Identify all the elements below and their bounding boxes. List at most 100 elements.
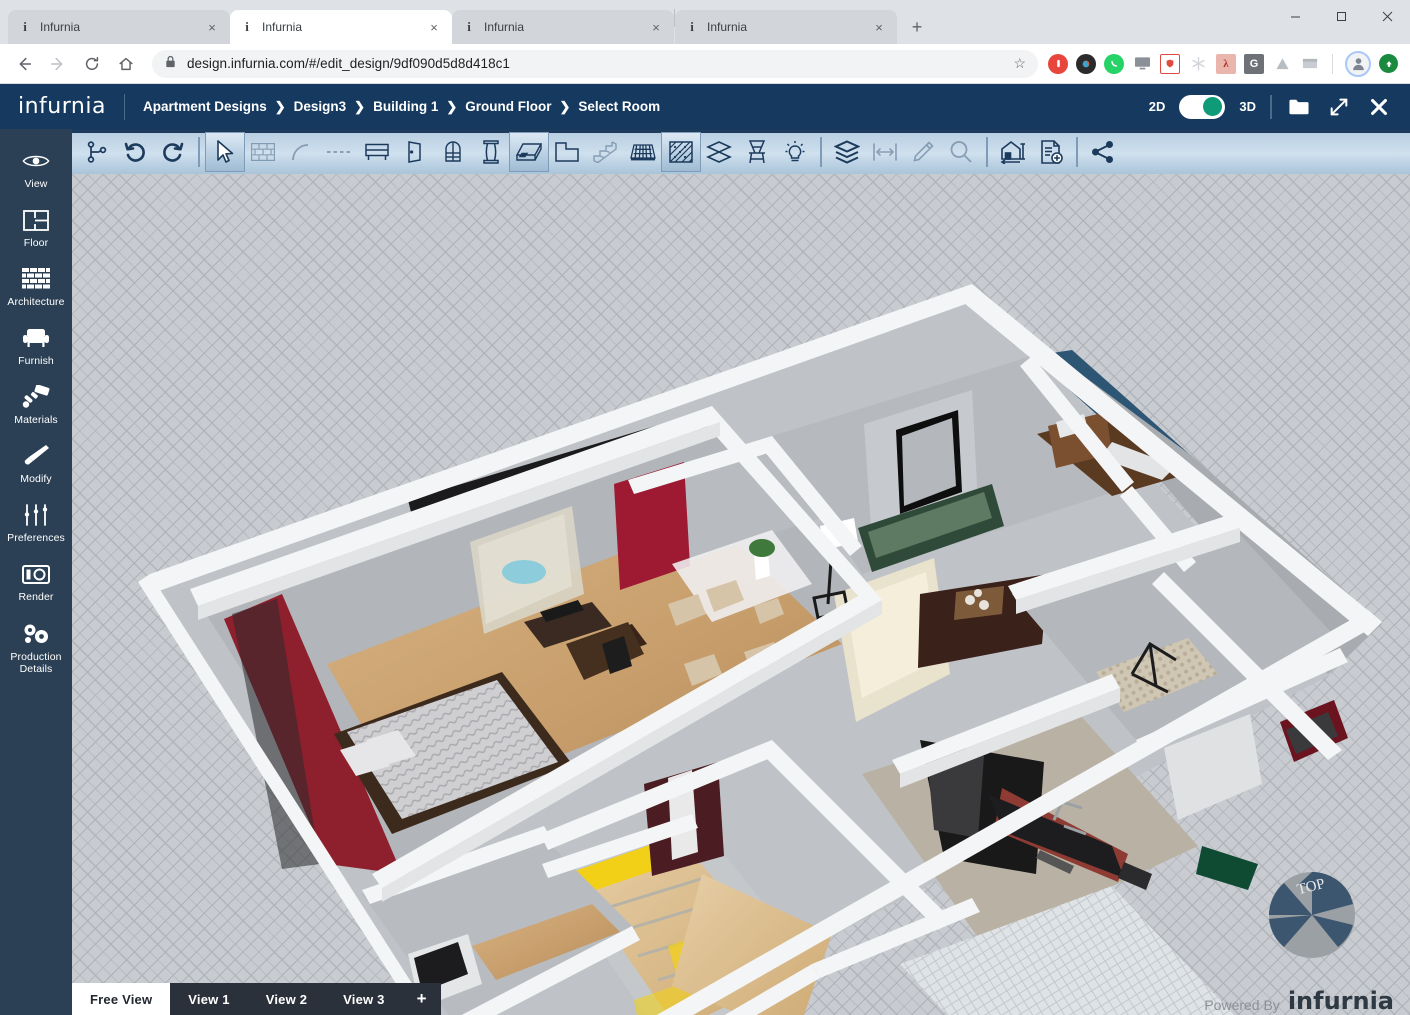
- new-tab-button[interactable]: +: [903, 13, 931, 41]
- toolbar-divider: [1076, 137, 1078, 167]
- snowflake-extension-icon[interactable]: [1188, 54, 1208, 74]
- layers-icon[interactable]: [700, 133, 738, 171]
- pdf-extension-icon[interactable]: λ: [1216, 54, 1236, 74]
- sidebar-label: Render: [18, 591, 53, 603]
- branch-icon[interactable]: [78, 133, 116, 171]
- magnifier-icon[interactable]: [942, 133, 980, 171]
- view-tab-free-view[interactable]: Free View: [72, 983, 170, 1015]
- brick-wall-icon[interactable]: [244, 133, 282, 171]
- tab-close-icon[interactable]: ×: [648, 19, 664, 35]
- redo-icon[interactable]: [154, 133, 192, 171]
- design-toolbar: [72, 129, 1410, 174]
- sidebar-item-floor[interactable]: Floor: [0, 200, 72, 257]
- breadcrumb-item-building-1[interactable]: Building 1: [373, 99, 438, 114]
- workspace: View Floor: [0, 129, 1410, 1015]
- sidebar-item-render[interactable]: Render: [0, 554, 72, 611]
- view-tab-view-1[interactable]: View 1: [170, 983, 247, 1015]
- sidebar-item-production-details[interactable]: Production Details: [0, 614, 72, 683]
- window-minimize-button[interactable]: [1272, 0, 1318, 32]
- undo-icon[interactable]: [116, 133, 154, 171]
- address-bar[interactable]: design.infurnia.com/#/edit_design/9df090…: [152, 50, 1038, 78]
- view-tab-view-2[interactable]: View 2: [248, 983, 325, 1015]
- expand-arrows-icon[interactable]: [1326, 94, 1352, 120]
- window-extension-icon[interactable]: [1300, 54, 1320, 74]
- cursor-arrow-icon[interactable]: [206, 133, 244, 171]
- tab-close-icon[interactable]: ×: [871, 19, 887, 35]
- folder-icon[interactable]: [1286, 94, 1312, 120]
- reload-icon[interactable]: [76, 48, 108, 80]
- sidebar-item-preferences[interactable]: Preferences: [0, 495, 72, 552]
- sidebar-item-furnish[interactable]: Furnish: [0, 318, 72, 375]
- floor-pattern-icon[interactable]: [662, 133, 700, 171]
- browser-tab-2[interactable]: i Infurnia ×: [230, 10, 452, 44]
- sidebar-item-modify[interactable]: Modify: [0, 436, 72, 493]
- tab-close-icon[interactable]: ×: [204, 19, 220, 35]
- sidebar-item-materials[interactable]: Materials: [0, 377, 72, 434]
- screen-recorder-extension-icon[interactable]: [1132, 54, 1152, 74]
- tab-favicon: i: [685, 20, 699, 34]
- infurnia-logo[interactable]: infurnia: [18, 94, 106, 119]
- sidebar-item-architecture[interactable]: Architecture: [0, 259, 72, 316]
- window-icon[interactable]: [358, 133, 396, 171]
- bitwarden-extension-icon[interactable]: [1160, 54, 1180, 74]
- browser-tab-1[interactable]: i Infurnia ×: [8, 10, 230, 44]
- arched-window-icon[interactable]: [434, 133, 472, 171]
- profile-avatar-icon[interactable]: [1345, 51, 1371, 77]
- design-viewport-3d[interactable]: TOP Free View View 1 View 2 View 3 +: [72, 174, 1410, 1015]
- door-icon[interactable]: [396, 133, 434, 171]
- breadcrumb-item-ground-floor[interactable]: Ground Floor: [465, 99, 551, 114]
- back-arrow-icon[interactable]: [8, 48, 40, 80]
- column-icon[interactable]: [472, 133, 510, 171]
- toolbar-divider: [820, 137, 822, 167]
- whatsapp-extension-icon[interactable]: [1104, 54, 1124, 74]
- drive-extension-icon[interactable]: [1272, 54, 1292, 74]
- dashed-line-icon[interactable]: [320, 133, 358, 171]
- forward-arrow-icon[interactable]: [42, 48, 74, 80]
- url-text: design.infurnia.com/#/edit_design/9df090…: [187, 56, 1003, 71]
- sidebar-item-view[interactable]: View: [0, 141, 72, 198]
- bookmark-star-icon[interactable]: ☆: [1013, 55, 1026, 72]
- floorplan-3d-render[interactable]: [72, 174, 1410, 1015]
- pencil-icon[interactable]: [904, 133, 942, 171]
- view-tab-view-3[interactable]: View 3: [325, 983, 402, 1015]
- tab-favicon: i: [18, 20, 32, 34]
- view-cube[interactable]: TOP: [1258, 859, 1366, 967]
- add-view-button[interactable]: +: [403, 983, 441, 1015]
- adblock-extension-icon[interactable]: [1048, 54, 1068, 74]
- window-maximize-button[interactable]: [1318, 0, 1364, 32]
- browser-tab-4[interactable]: i Infurnia ×: [675, 10, 897, 44]
- room-shape-icon[interactable]: [548, 133, 586, 171]
- brick-wall-icon: [21, 266, 51, 292]
- breadcrumb-item-select-room[interactable]: Select Room: [578, 99, 660, 114]
- camera-extension-icon[interactable]: [1076, 54, 1096, 74]
- gears-icon: [21, 621, 51, 647]
- browser-window: i Infurnia × i Infurnia × i Infurnia × i…: [0, 0, 1410, 1015]
- lightbulb-icon[interactable]: [776, 133, 814, 171]
- update-available-icon[interactable]: [1379, 54, 1398, 73]
- share-icon[interactable]: [1084, 133, 1122, 171]
- chevron-right-icon: ❯: [559, 99, 570, 115]
- view-mode-toggle[interactable]: [1179, 95, 1225, 119]
- app-header: infurnia Apartment Designs ❯ Design3 ❯ B…: [0, 84, 1410, 129]
- stairs-icon[interactable]: [586, 133, 624, 171]
- measure-icon[interactable]: [866, 133, 904, 171]
- breadcrumb-item-design3[interactable]: Design3: [294, 99, 347, 114]
- layers-stack-icon[interactable]: [828, 133, 866, 171]
- browser-tab-3[interactable]: i Infurnia ×: [452, 10, 674, 44]
- ceiling-grid-icon[interactable]: [624, 133, 662, 171]
- home-icon[interactable]: [110, 48, 142, 80]
- beam-box-icon[interactable]: [510, 133, 548, 171]
- house-measure-icon[interactable]: [994, 133, 1032, 171]
- arc-icon[interactable]: [282, 133, 320, 171]
- close-x-icon[interactable]: [1366, 94, 1392, 120]
- document-add-icon[interactable]: [1032, 133, 1070, 171]
- chair-icon[interactable]: [738, 133, 776, 171]
- tab-close-icon[interactable]: ×: [426, 19, 442, 35]
- floorplan-icon: [21, 207, 51, 233]
- grammarly-extension-icon[interactable]: G: [1244, 54, 1264, 74]
- window-close-button[interactable]: [1364, 0, 1410, 32]
- paintbrush-icon: [21, 443, 51, 469]
- sidebar-label: View: [25, 178, 48, 190]
- breadcrumb-item-apartment-designs[interactable]: Apartment Designs: [143, 99, 267, 114]
- view-tabs: Free View View 1 View 2 View 3 +: [72, 983, 441, 1015]
